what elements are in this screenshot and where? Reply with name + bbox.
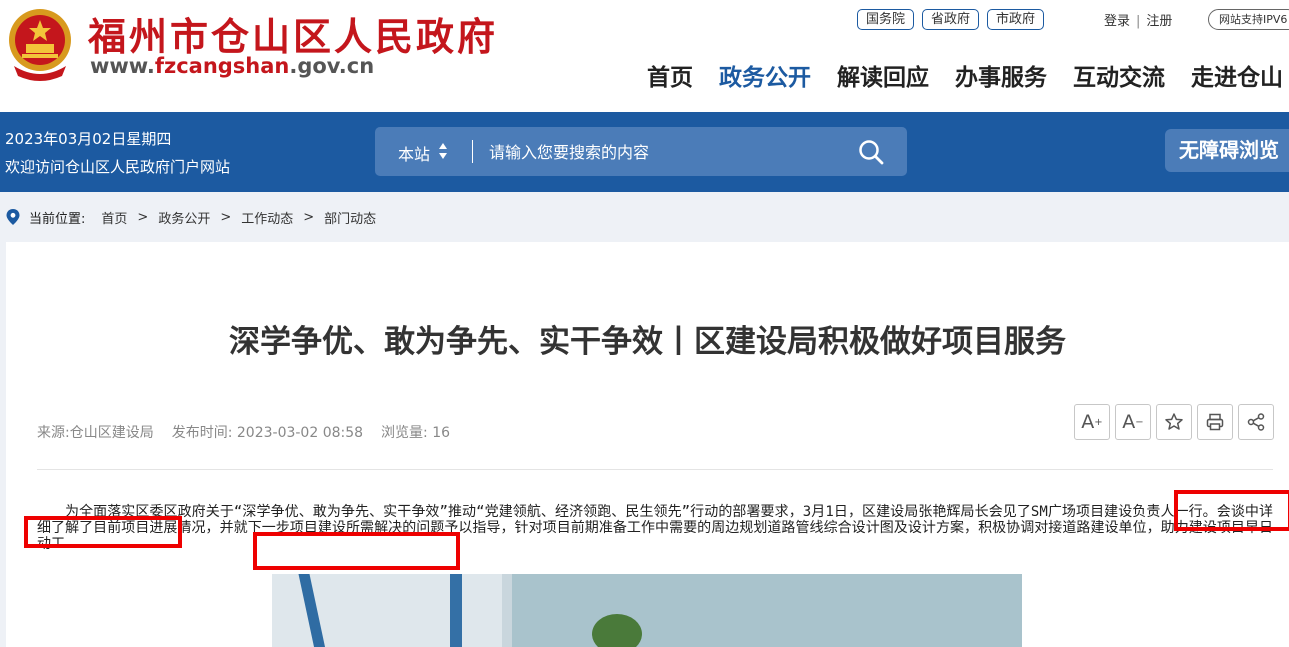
print-icon (1206, 413, 1224, 431)
search-box: 本站 (375, 127, 907, 176)
nav-gov-affairs[interactable]: 政务公开 (719, 58, 811, 92)
breadcrumb-dept-news[interactable]: 部门动态 (324, 208, 376, 227)
nav-interpretation[interactable]: 解读回应 (837, 58, 929, 92)
info-search-bar: 2023年03月02日星期四 欢迎访问仓山区人民政府门户网站 本站 无障碍浏览 (0, 112, 1289, 192)
breadcrumb-separator: > (220, 209, 232, 225)
article-publish-time: 发布时间: 2023-03-02 08:58 (171, 425, 364, 441)
accessibility-button[interactable]: 无障碍浏览 (1165, 129, 1289, 172)
search-icon[interactable] (857, 138, 885, 166)
login-link[interactable]: 登录 (1104, 14, 1130, 29)
ipv6-badge: 网站支持IPV6 (1208, 9, 1289, 30)
auth-separator: | (1136, 14, 1141, 29)
breadcrumb-label: 当前位置: (29, 211, 86, 227)
breadcrumb: 当前位置: 首页 > 政务公开 > 工作动态 > 部门动态 (0, 192, 1289, 242)
search-input[interactable] (489, 139, 849, 165)
nav-home[interactable]: 首页 (647, 58, 693, 92)
link-provincial-gov[interactable]: 省政府 (922, 9, 980, 30)
article-photo (272, 574, 1022, 647)
link-state-council[interactable]: 国务院 (857, 9, 915, 30)
register-link[interactable]: 注册 (1146, 14, 1172, 29)
article-paragraph: 为全面落实区委区政府关于“深学争优、敢为争先、实干争效”推动“党建领航、经济领跑… (37, 504, 1273, 552)
national-emblem-icon (9, 9, 71, 81)
page: 福州市仓山区人民政府 www.fzcangshan.gov.cn 国务院 省政府… (0, 0, 1289, 647)
welcome-text: 欢迎访问仓山区人民政府门户网站 (5, 158, 231, 176)
star-icon (1165, 413, 1183, 430)
nav-interaction[interactable]: 互动交流 (1073, 58, 1165, 92)
search-scope-select[interactable]: 本站 (398, 141, 430, 165)
article-views: 浏览量: 16 (381, 425, 451, 441)
article-title: 深学争优、敢为争先、实干争效丨区建设局积极做好项目服务 (229, 324, 1066, 360)
font-decrease-button[interactable]: A − (1115, 404, 1151, 440)
current-date: 2023年03月02日星期四 (5, 130, 172, 148)
breadcrumb-separator: > (137, 209, 149, 225)
site-name: 福州市仓山区人民政府 (88, 14, 499, 59)
favorite-button[interactable] (1156, 404, 1192, 440)
search-divider (472, 140, 473, 163)
breadcrumb-gov-affairs[interactable]: 政务公开 (158, 208, 210, 227)
breadcrumb-separator: > (303, 209, 315, 225)
breadcrumb-work-news[interactable]: 工作动态 (241, 208, 293, 227)
photo-wall (512, 574, 1022, 647)
article-tools: A + A − (1074, 404, 1274, 440)
share-icon (1247, 413, 1265, 431)
nav-about-cangshan[interactable]: 走进仓山 (1191, 58, 1283, 92)
nav-services[interactable]: 办事服务 (955, 58, 1047, 92)
main-nav: 首页 政务公开 解读回应 办事服务 互动交流 走进仓山 (647, 58, 1289, 92)
photo-plant (592, 614, 642, 647)
article-source: 来源:仓山区建设局 (37, 425, 154, 441)
site-domain: www.fzcangshan.gov.cn (90, 54, 375, 78)
meta-divider (37, 469, 1273, 470)
site-header: 福州市仓山区人民政府 www.fzcangshan.gov.cn 国务院 省政府… (0, 0, 1289, 112)
top-links: 国务院 省政府 市政府 (857, 9, 1045, 30)
breadcrumb-home[interactable]: 首页 (101, 208, 127, 227)
print-button[interactable] (1197, 404, 1233, 440)
photo-window-frame (450, 574, 462, 647)
share-button[interactable] (1238, 404, 1274, 440)
article-meta: 来源:仓山区建设局 发布时间: 2023-03-02 08:58 浏览量: 16 (37, 422, 468, 442)
auth-links: 登录 | 注册 (1104, 10, 1172, 29)
sort-arrows-icon[interactable] (438, 140, 448, 162)
font-increase-button[interactable]: A + (1074, 404, 1110, 440)
location-pin-icon (6, 209, 20, 225)
link-city-gov[interactable]: 市政府 (987, 9, 1045, 30)
article-card: 深学争优、敢为争先、实干争效丨区建设局积极做好项目服务 来源:仓山区建设局 发布时… (6, 242, 1289, 647)
